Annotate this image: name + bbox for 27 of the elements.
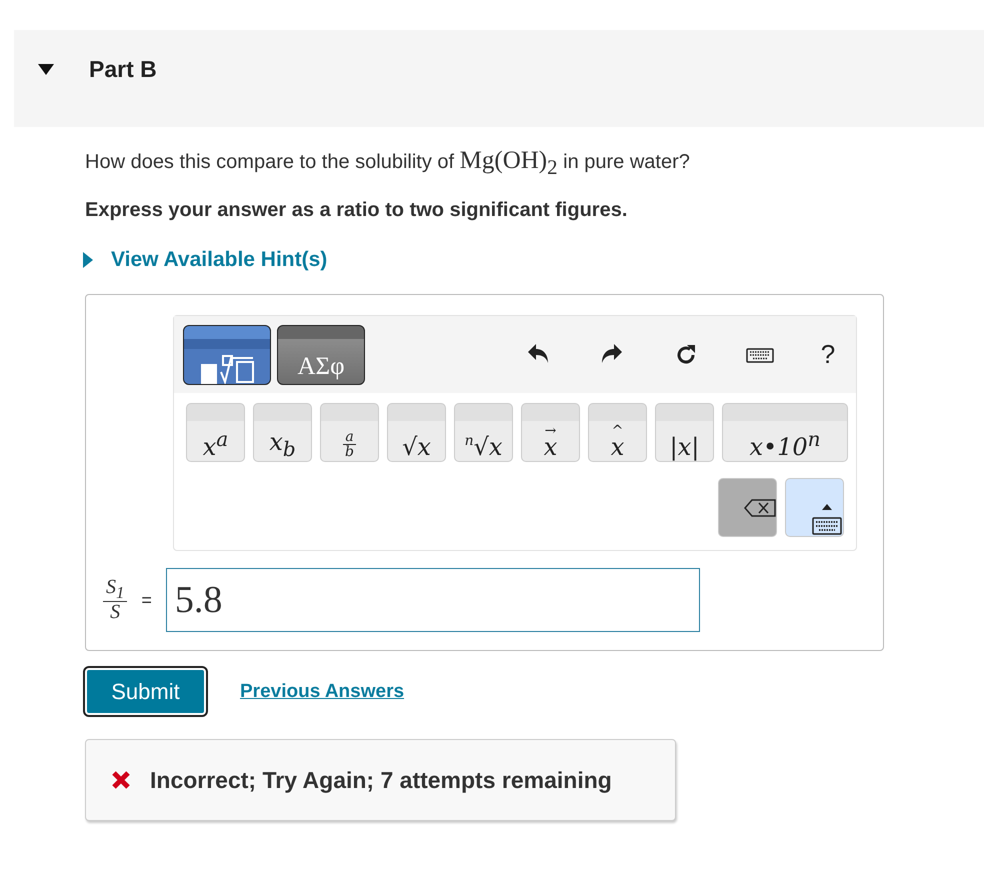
- template-key[interactable]: x•10$^{n}$: [722, 403, 848, 462]
- templates-tab[interactable]: [183, 324, 271, 384]
- symbols-tab[interactable]: ΑΣφ: [277, 324, 365, 384]
- keyboard-toggle-button[interactable]: [785, 478, 844, 537]
- backspace-button[interactable]: [718, 478, 777, 537]
- backspace-icon: [744, 498, 776, 516]
- help-button[interactable]: ?: [800, 334, 856, 374]
- template-key[interactable]: √x: [387, 403, 446, 462]
- answer-label: S$_{1}$ S: [103, 576, 128, 624]
- equals-sign: =: [141, 590, 152, 610]
- submit-button[interactable]: Submit: [85, 668, 206, 715]
- template-key[interactable]: x$^{a}$: [186, 403, 245, 462]
- template-key[interactable]: → x: [521, 403, 580, 462]
- keyboard-icon: [811, 502, 843, 536]
- part-title[interactable]: Part B: [89, 56, 157, 83]
- answer-field[interactable]: 5.8: [166, 568, 700, 632]
- instruction-text: Express your answer as a ratio to two significant figures.: [85, 199, 628, 222]
- templates-icon: [200, 354, 254, 384]
- feedback-text: Incorrect; Try Again; 7 attempts remaining: [150, 766, 612, 794]
- template-key[interactable]: x$_{b}$: [253, 403, 312, 462]
- hint-link[interactable]: View Available Hint(s): [111, 248, 328, 272]
- template-key[interactable]: |x|: [655, 403, 714, 462]
- question-text: How does this compare to the solubility of Mg(OH)$_{2}$ in pure water?: [85, 147, 691, 181]
- previous-answers-link[interactable]: Previous Answers: [240, 680, 404, 702]
- template-key[interactable]: ^ x: [588, 403, 647, 462]
- template-key[interactable]: $^{n}$√x: [454, 403, 513, 462]
- template-key[interactable]: a b: [320, 403, 379, 462]
